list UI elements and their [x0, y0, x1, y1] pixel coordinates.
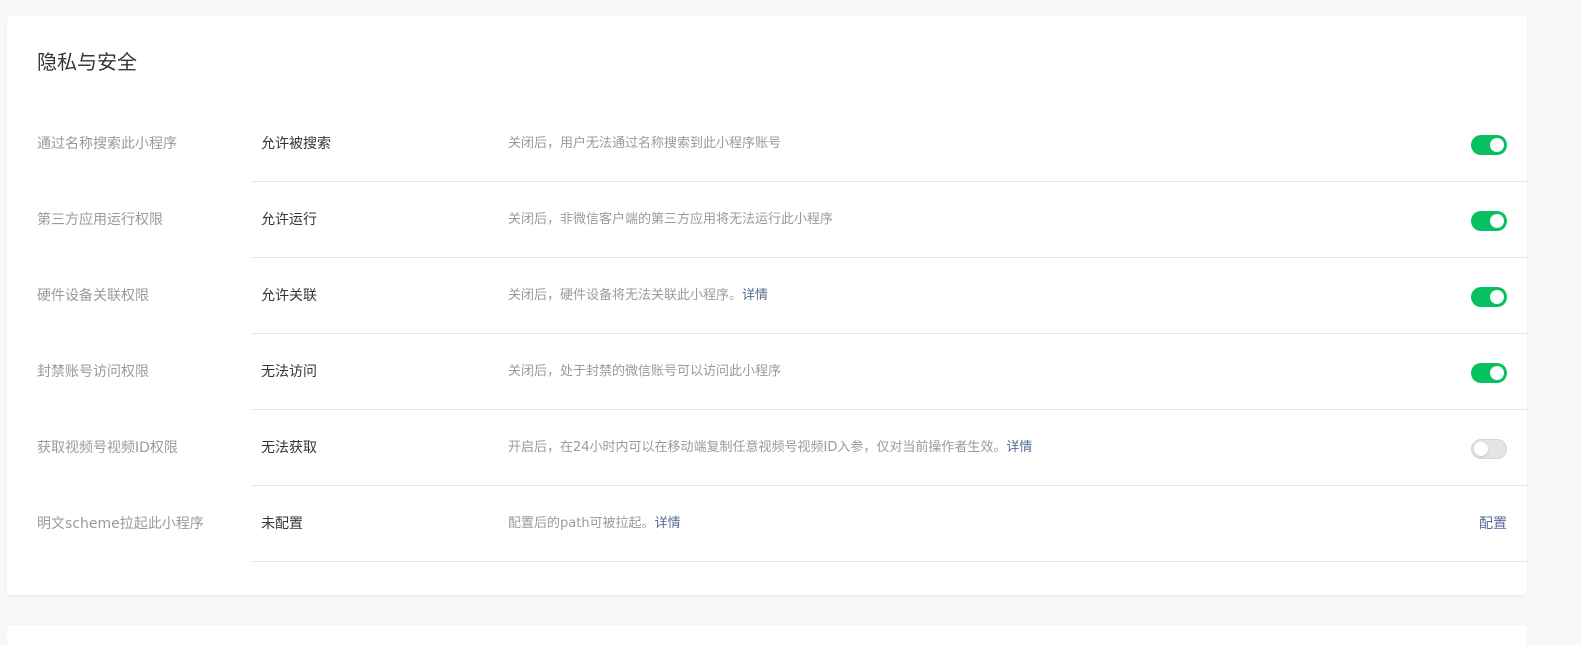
- search-by-name-toggle[interactable]: [1471, 135, 1507, 155]
- setting-row-third-party-run: 第三方应用运行权限 允许运行 关闭后，非微信客户端的第三方应用将无法运行此小程序: [7, 182, 1527, 258]
- setting-row-hardware-link: 硬件设备关联权限 允许关联 关闭后，硬件设备将无法关联此小程序。详情: [7, 258, 1527, 334]
- description-text: 关闭后，非微信客户端的第三方应用将无法运行此小程序: [508, 212, 834, 227]
- description-text: 开启后，在24小时内可以在移动端复制任意视频号视频ID入参，仅对当前操作者生效。: [508, 440, 1007, 455]
- setting-description: 开启后，在24小时内可以在移动端复制任意视频号视频ID入参，仅对当前操作者生效。…: [508, 438, 1032, 458]
- description-text: 关闭后，硬件设备将无法关联此小程序。: [508, 288, 743, 303]
- setting-label: 硬件设备关联权限: [37, 288, 149, 304]
- setting-status: 允许被搜索: [261, 136, 331, 152]
- next-section-card: [7, 625, 1527, 645]
- setting-label: 封禁账号访问权限: [37, 364, 149, 380]
- privacy-security-card: 隐私与安全 通过名称搜索此小程序 允许被搜索 关闭后，用户无法通过名称搜索到此小…: [7, 16, 1527, 595]
- settings-list: 通过名称搜索此小程序 允许被搜索 关闭后，用户无法通过名称搜索到此小程序账号 第…: [7, 106, 1527, 562]
- setting-row-channels-video-id: 获取视频号视频ID权限 无法获取 开启后，在24小时内可以在移动端复制任意视频号…: [7, 410, 1527, 486]
- details-link[interactable]: 详情: [742, 288, 768, 303]
- toggle-knob: [1474, 442, 1488, 456]
- description-text: 关闭后，处于封禁的微信账号可以访问此小程序: [508, 364, 782, 379]
- hardware-link-toggle[interactable]: [1471, 287, 1507, 307]
- setting-status: 无法获取: [261, 440, 317, 456]
- setting-row-search-by-name: 通过名称搜索此小程序 允许被搜索 关闭后，用户无法通过名称搜索到此小程序账号: [7, 106, 1527, 182]
- description-text: 配置后的path可被拉起。: [508, 516, 655, 531]
- setting-status: 未配置: [261, 516, 303, 532]
- toggle-knob: [1490, 214, 1504, 228]
- banned-account-access-toggle[interactable]: [1471, 363, 1507, 383]
- setting-description: 配置后的path可被拉起。详情: [508, 514, 681, 534]
- toggle-knob: [1490, 138, 1504, 152]
- channels-video-id-toggle[interactable]: [1471, 439, 1507, 459]
- description-text: 关闭后，用户无法通过名称搜索到此小程序账号: [508, 136, 782, 151]
- setting-label: 明文scheme拉起此小程序: [37, 516, 204, 532]
- setting-description: 关闭后，硬件设备将无法关联此小程序。详情: [508, 286, 768, 306]
- details-link[interactable]: 详情: [1006, 440, 1032, 455]
- row-divider: [251, 561, 1527, 562]
- setting-status: 无法访问: [261, 364, 317, 380]
- toggle-knob: [1490, 366, 1504, 380]
- setting-description: 关闭后，用户无法通过名称搜索到此小程序账号: [508, 134, 781, 154]
- setting-row-plain-scheme: 明文scheme拉起此小程序 未配置 配置后的path可被拉起。详情 配置: [7, 486, 1527, 562]
- setting-description: 关闭后，处于封禁的微信账号可以访问此小程序: [508, 362, 781, 382]
- section-title: 隐私与安全: [37, 50, 137, 74]
- configure-link[interactable]: 配置: [1479, 514, 1507, 534]
- setting-description: 关闭后，非微信客户端的第三方应用将无法运行此小程序: [508, 210, 833, 230]
- third-party-run-toggle[interactable]: [1471, 211, 1507, 231]
- setting-label: 第三方应用运行权限: [37, 212, 163, 228]
- setting-row-banned-account-access: 封禁账号访问权限 无法访问 关闭后，处于封禁的微信账号可以访问此小程序: [7, 334, 1527, 410]
- setting-status: 允许关联: [261, 288, 317, 304]
- setting-label: 通过名称搜索此小程序: [37, 136, 177, 152]
- toggle-knob: [1490, 290, 1504, 304]
- setting-status: 允许运行: [261, 212, 317, 228]
- details-link[interactable]: 详情: [655, 516, 681, 531]
- setting-label: 获取视频号视频ID权限: [37, 440, 178, 456]
